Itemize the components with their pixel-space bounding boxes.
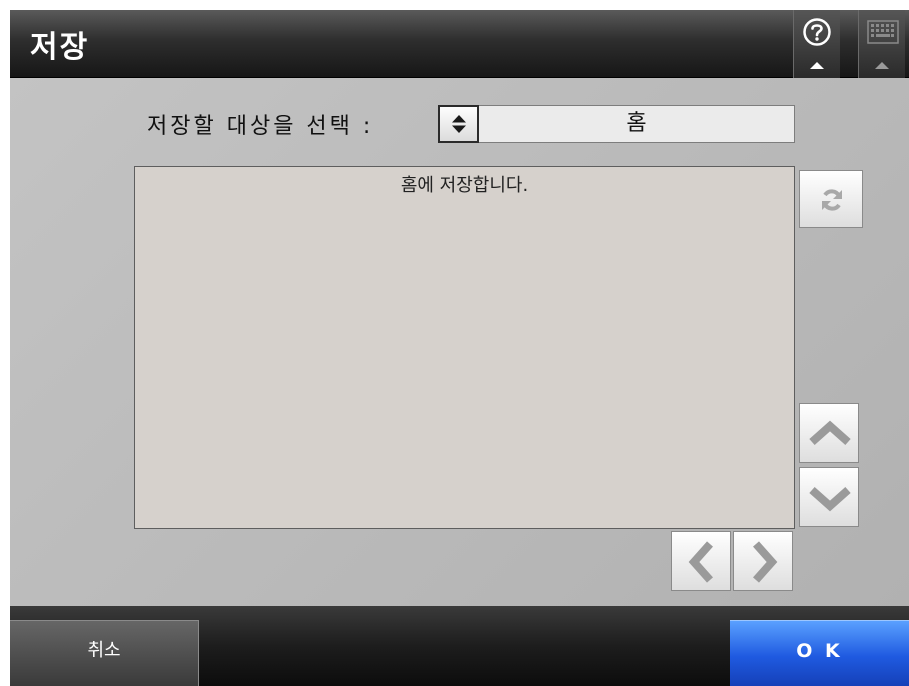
help-circle-icon: [803, 18, 831, 46]
keyboard-button[interactable]: [858, 10, 905, 78]
destination-select-button[interactable]: [438, 105, 479, 143]
page-previous-button[interactable]: [671, 531, 731, 591]
ok-label: O K: [796, 640, 843, 662]
destination-selected-value: 홈: [626, 111, 647, 136]
expand-arrow-icon: [875, 62, 889, 69]
footer-bar: 취소 O K: [10, 606, 909, 686]
page-title: 저장: [30, 30, 90, 65]
chevron-left-icon: [688, 541, 713, 583]
cancel-label: 취소: [87, 640, 121, 661]
destination-content-panel: 홈에 저장합니다.: [134, 166, 795, 529]
ok-button[interactable]: O K: [730, 620, 909, 686]
scroll-down-button[interactable]: [799, 467, 859, 527]
chevron-up-icon: [809, 420, 851, 445]
keyboard-icon: [867, 20, 899, 44]
help-button[interactable]: [793, 10, 840, 78]
scroll-up-button[interactable]: [799, 403, 859, 463]
up-down-arrows-icon: [452, 115, 466, 133]
destination-select[interactable]: 홈: [479, 105, 795, 143]
app-window: 저장 저장할 대상을 선택 : 홈 홈에 저장합니다. 취소 O K: [10, 10, 909, 686]
chevron-right-icon: [753, 541, 778, 583]
cancel-button[interactable]: 취소: [10, 620, 199, 686]
expand-arrow-icon: [810, 62, 824, 69]
page-next-button[interactable]: [733, 531, 793, 591]
save-message: 홈에 저장합니다.: [400, 175, 529, 196]
refresh-icon: [822, 189, 842, 211]
destination-label: 저장할 대상을 선택 :: [147, 114, 374, 139]
refresh-button[interactable]: [799, 170, 863, 228]
main-panel: 저장할 대상을 선택 : 홈 홈에 저장합니다.: [10, 78, 909, 606]
chevron-down-icon: [809, 487, 851, 512]
title-bar: 저장: [10, 10, 909, 78]
